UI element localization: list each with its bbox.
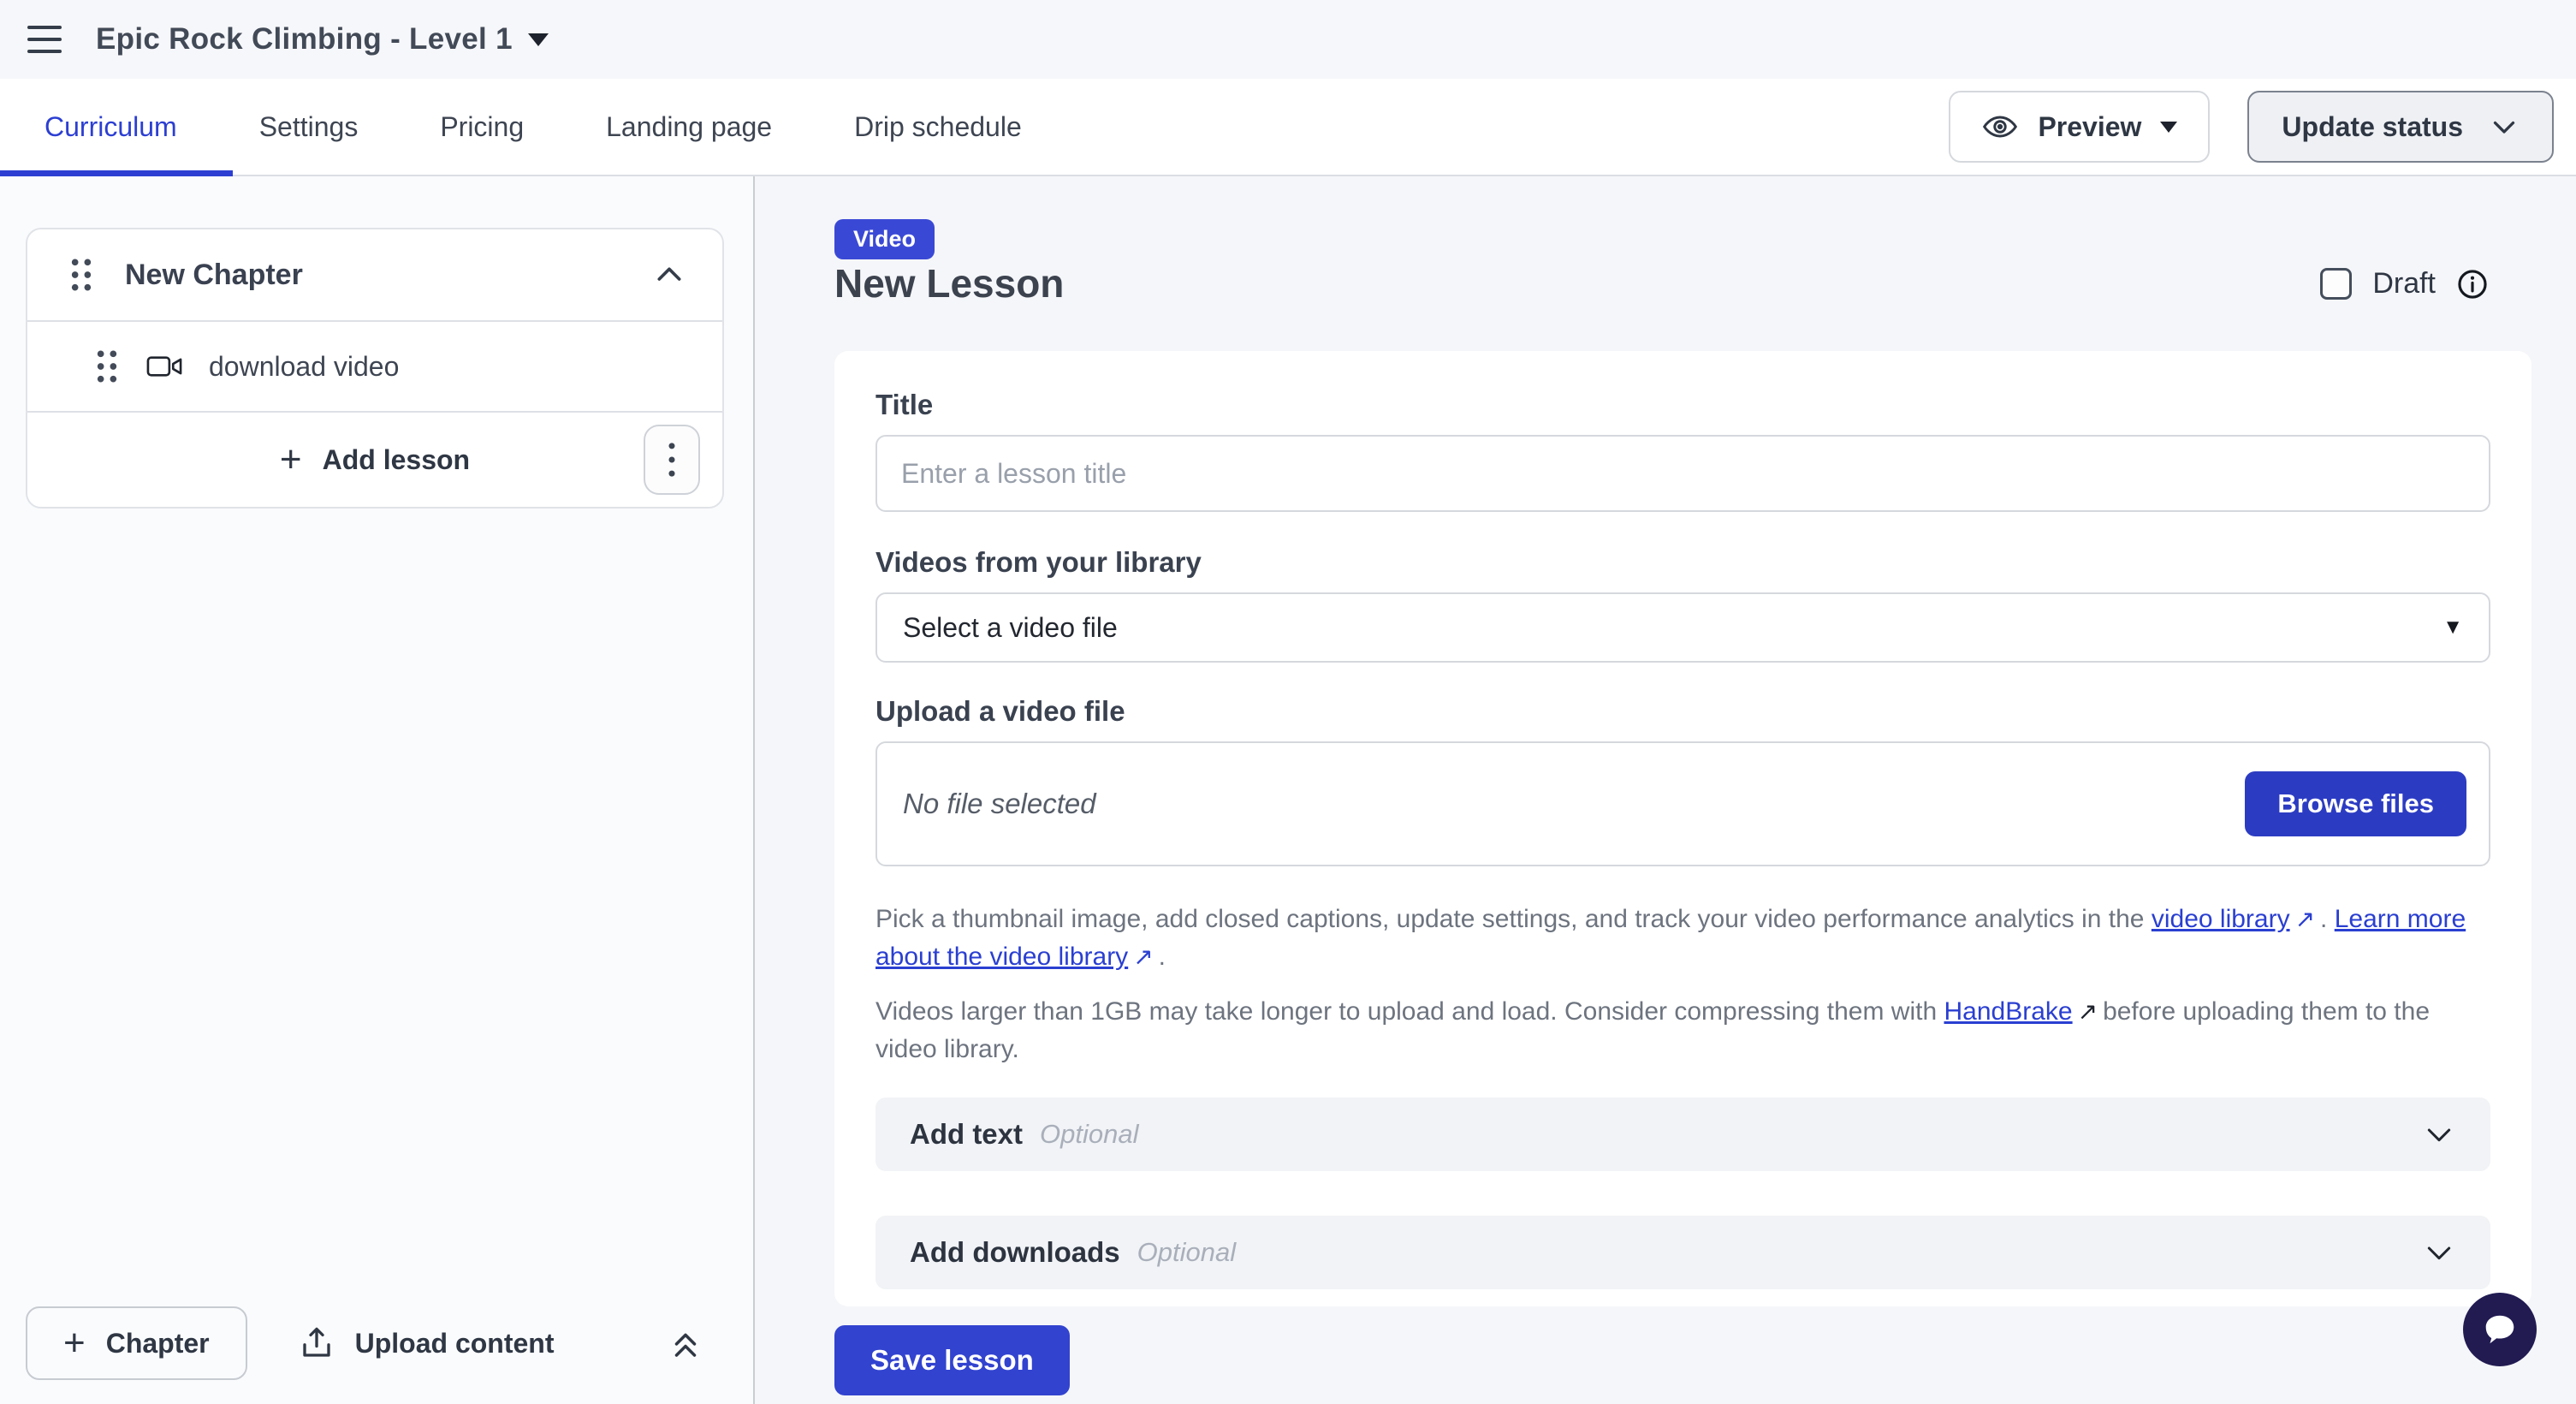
lesson-editor: Video New Lesson Draft Title Videos from… xyxy=(757,176,2576,1404)
collapse-all-button[interactable] xyxy=(668,1325,703,1361)
lesson-type-badge: Video xyxy=(834,219,935,259)
select-caret-icon: ▼ xyxy=(2442,616,2463,640)
chevron-up-icon[interactable] xyxy=(652,258,686,292)
file-upload-box: No file selected Browse files xyxy=(875,741,2490,866)
add-chapter-label: Chapter xyxy=(106,1328,210,1359)
chevron-down-icon xyxy=(2422,1117,2456,1151)
plus-icon: + xyxy=(63,1324,86,1362)
chat-widget-button[interactable] xyxy=(2463,1293,2537,1366)
drag-handle-icon[interactable] xyxy=(68,256,94,294)
course-switcher[interactable]: Epic Rock Climbing - Level 1 xyxy=(96,22,549,57)
title-field-label: Title xyxy=(875,389,2490,421)
handbrake-link[interactable]: HandBrake xyxy=(1944,997,2073,1026)
caret-down-icon xyxy=(528,33,549,46)
active-tab-underline xyxy=(0,170,233,176)
draft-checkbox[interactable] xyxy=(2320,268,2352,300)
upload-content-button[interactable]: Upload content xyxy=(299,1325,555,1361)
add-downloads-label: Add downloads xyxy=(910,1236,1120,1269)
add-lesson-row: + Add lesson xyxy=(27,411,722,507)
add-chapter-button[interactable]: + Chapter xyxy=(26,1306,247,1380)
browse-files-button[interactable]: Browse files xyxy=(2245,771,2466,836)
hamburger-menu-icon[interactable] xyxy=(27,26,62,53)
lesson-title-input[interactable] xyxy=(875,435,2490,512)
caret-down-icon xyxy=(2160,122,2177,133)
tab-landing-page[interactable]: Landing page xyxy=(606,111,772,143)
chevron-down-icon xyxy=(2489,111,2520,142)
eye-icon xyxy=(1981,108,2019,146)
library-field-label: Videos from your library xyxy=(875,546,2490,579)
lesson-form-card: Title Videos from your library Select a … xyxy=(834,351,2531,1306)
tab-bar: Curriculum Settings Pricing Landing page… xyxy=(0,79,2576,176)
update-status-button[interactable]: Update status xyxy=(2247,91,2554,163)
video-library-link[interactable]: video library xyxy=(2152,905,2290,933)
kebab-icon xyxy=(668,441,676,479)
add-text-accordion[interactable]: Add text Optional xyxy=(875,1098,2490,1171)
chat-bubble-icon xyxy=(2480,1310,2520,1349)
add-text-label: Add text xyxy=(910,1118,1023,1151)
chapter-card: New Chapter download xyxy=(26,228,724,509)
compression-help-text: Videos larger than 1GB may take longer t… xyxy=(875,993,2490,1068)
lesson-title: download video xyxy=(209,351,399,383)
plus-icon: + xyxy=(280,441,302,479)
save-lesson-button[interactable]: Save lesson xyxy=(834,1325,1070,1395)
no-file-text: No file selected xyxy=(903,788,1096,820)
optional-label: Optional xyxy=(1137,1237,1236,1268)
video-library-selected-value: Select a video file xyxy=(903,612,1118,644)
top-bar: Epic Rock Climbing - Level 1 xyxy=(0,0,2576,79)
angles-up-icon xyxy=(668,1325,703,1361)
add-lesson-label: Add lesson xyxy=(323,444,470,476)
upload-field-label: Upload a video file xyxy=(875,695,2490,728)
draft-toggle-row: Draft xyxy=(2320,267,2489,300)
drag-handle-icon[interactable] xyxy=(94,348,120,385)
tab-settings[interactable]: Settings xyxy=(259,111,359,143)
curriculum-sidebar: New Chapter download xyxy=(0,176,755,1404)
update-status-label: Update status xyxy=(2282,111,2463,143)
external-link-icon: ↗ xyxy=(1133,938,1153,976)
lesson-item[interactable]: download video xyxy=(27,320,722,411)
chapter-header[interactable]: New Chapter xyxy=(27,229,722,320)
course-title: Epic Rock Climbing - Level 1 xyxy=(96,22,513,57)
video-camera-icon xyxy=(145,352,183,381)
preview-button[interactable]: Preview xyxy=(1949,91,2210,163)
video-library-select[interactable]: Select a video file ▼ xyxy=(875,592,2490,663)
page-title: New Lesson xyxy=(834,260,1064,306)
tab-bar-actions: Preview Update status xyxy=(1949,91,2576,163)
tab-curriculum[interactable]: Curriculum xyxy=(45,111,177,143)
sidebar-footer: + Chapter Upload content xyxy=(0,1282,753,1404)
add-downloads-accordion[interactable]: Add downloads Optional xyxy=(875,1216,2490,1289)
chevron-down-icon xyxy=(2422,1235,2456,1270)
preview-button-label: Preview xyxy=(2038,111,2141,143)
draft-label: Draft xyxy=(2372,267,2436,300)
info-icon[interactable] xyxy=(2456,268,2489,300)
optional-label: Optional xyxy=(1040,1119,1138,1150)
upload-icon xyxy=(299,1325,335,1361)
tab-drip-schedule[interactable]: Drip schedule xyxy=(854,111,1022,143)
chapter-menu-button[interactable] xyxy=(644,425,700,495)
upload-content-label: Upload content xyxy=(355,1328,555,1359)
external-link-icon: ↗ xyxy=(2295,901,2315,938)
chapter-title: New Chapter xyxy=(125,259,303,292)
tab-pricing[interactable]: Pricing xyxy=(440,111,524,143)
video-library-help-text: Pick a thumbnail image, add closed capti… xyxy=(875,901,2490,976)
add-lesson-button[interactable]: + Add lesson xyxy=(280,441,470,479)
external-link-icon: ↗ xyxy=(2078,993,2098,1031)
